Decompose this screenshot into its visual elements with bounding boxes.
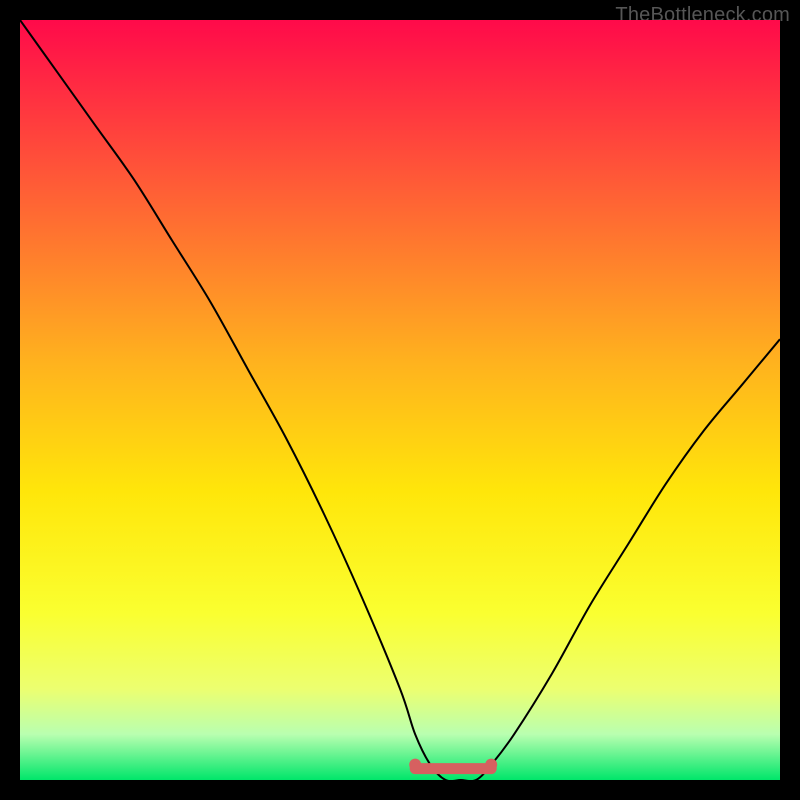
gradient-background (20, 20, 780, 780)
chart-container: TheBottleneck.com (0, 0, 800, 800)
bottleneck-chart (20, 20, 780, 780)
plot-area (20, 20, 780, 780)
